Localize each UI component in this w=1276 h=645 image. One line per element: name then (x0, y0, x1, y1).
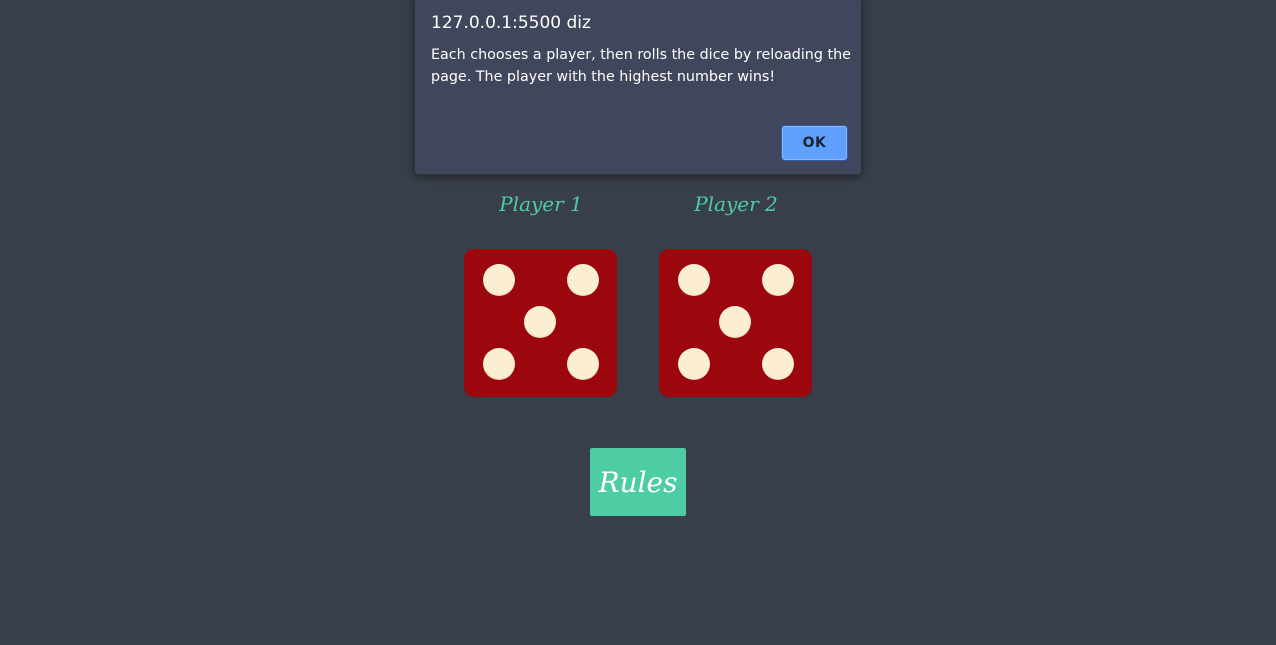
die-pip (762, 348, 794, 380)
rules-button[interactable]: Rules (590, 448, 686, 516)
die-pip (678, 348, 710, 380)
die-pip (678, 264, 710, 296)
die-pip (719, 306, 751, 338)
player-1-die (464, 249, 617, 397)
die-pip (524, 306, 556, 338)
ok-button[interactable]: OK (782, 126, 847, 160)
page: 127.0.0.1:5500 diz Each chooses a player… (0, 0, 1276, 645)
alert-message: Each chooses a player, then rolls the di… (431, 47, 851, 85)
alert-dialog: 127.0.0.1:5500 diz Each chooses a player… (414, 0, 862, 175)
die-pip (483, 348, 515, 380)
player-2-title: Player 2 (694, 192, 778, 216)
player-1-title: Player 1 (499, 192, 583, 216)
alert-origin: 127.0.0.1:5500 diz (431, 13, 591, 33)
player-2-die (659, 249, 812, 397)
die-pip (762, 264, 794, 296)
die-pip (483, 264, 515, 296)
die-pip (567, 348, 599, 380)
die-pip (567, 264, 599, 296)
